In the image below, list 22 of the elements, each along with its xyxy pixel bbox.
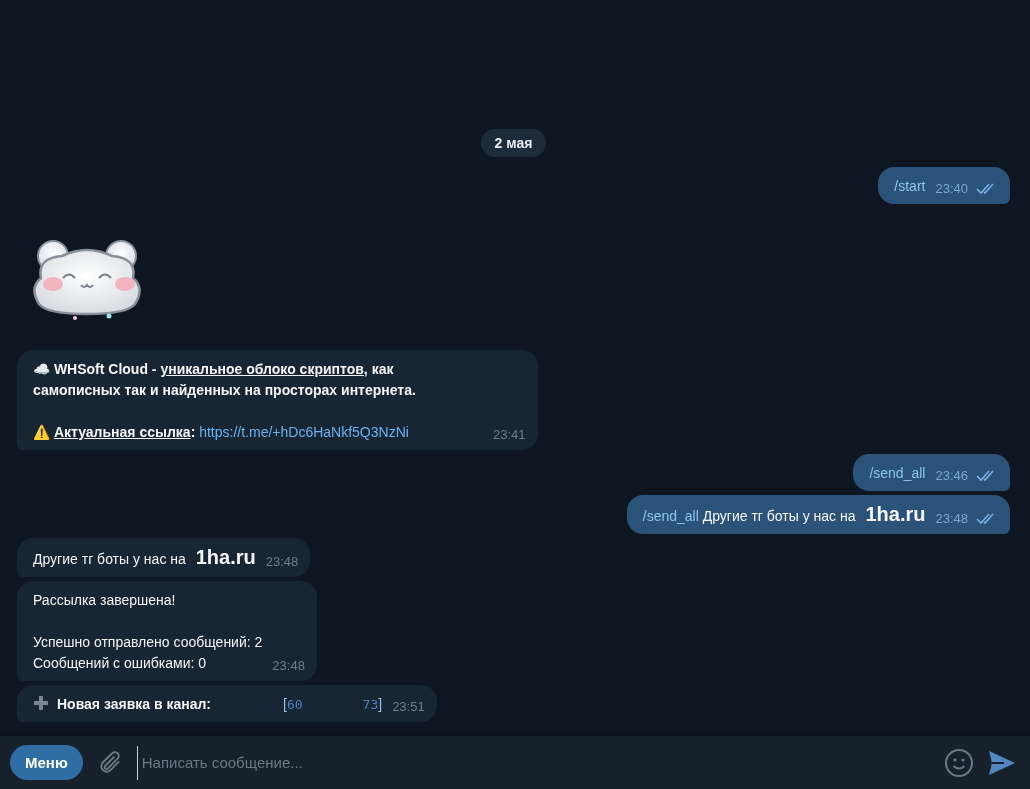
message-time: 23:51 <box>392 698 425 716</box>
plus-icon <box>33 695 49 711</box>
message-time: 23:48 <box>935 510 968 528</box>
smiley-icon[interactable] <box>944 747 974 778</box>
bot-command-link[interactable]: /send_all <box>642 508 699 524</box>
url-link[interactable]: https://t.me/+hDc6HaNkf5Q3NzNi <box>199 424 409 440</box>
message-text: Рассылка завершена! Успешно отправлено сообщений: 2 Сообщений с ошибками: 0 <box>33 591 263 673</box>
bot-command-link[interactable]: /send_all <box>869 465 926 481</box>
menu-button[interactable]: Меню <box>10 745 83 780</box>
message-text: /send_all Другие тг боты у нас на 1ha.ru <box>642 504 926 527</box>
message-time: 23:40 <box>935 180 968 198</box>
message-text: Другие тг боты у нас на 1ha.ru <box>33 547 256 570</box>
message-text: ☁ WHSoft Cloud - уникальное облоко скриптов, как самописных так и найденных на просторах интернета. ⚠ Актуальная ссылка: https://t.me/+hDc6HaNkf5Q3NzNi <box>33 360 417 442</box>
message-text: Новая заявка в канал: [60 73] <box>33 694 383 715</box>
message-time: 23:41 <box>493 426 526 444</box>
message-time: 23:48 <box>265 553 299 571</box>
message-composer[interactable]: Меню Написать сообщение... <box>0 735 1030 789</box>
bot-command-link[interactable]: /start <box>894 178 926 194</box>
date-badge: 2 мая <box>480 129 547 157</box>
message-time: 23:48 <box>272 657 305 675</box>
message-time: 23:46 <box>935 467 968 485</box>
send-icon[interactable] <box>988 749 1016 776</box>
